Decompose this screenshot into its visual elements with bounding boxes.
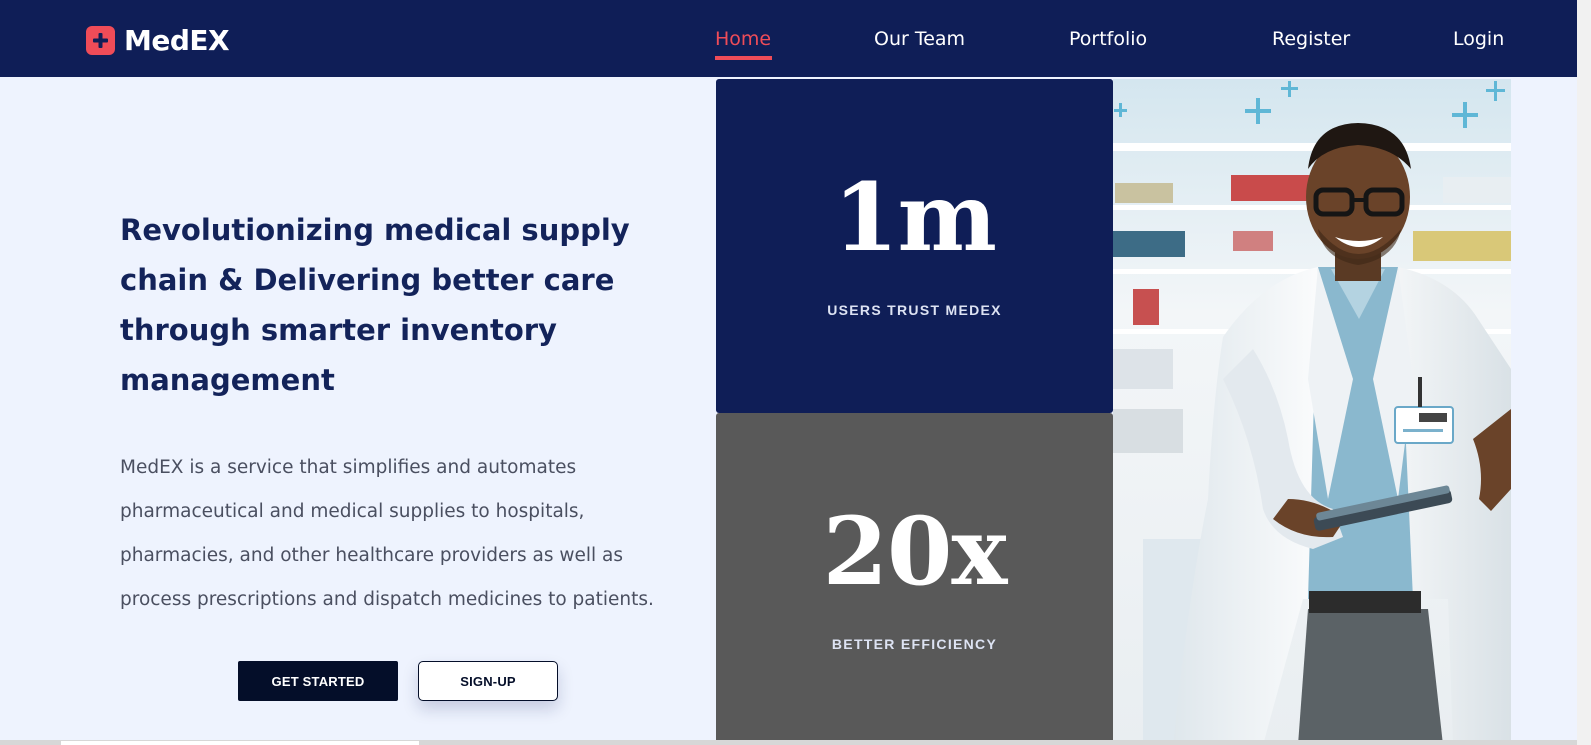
sign-up-button[interactable]: SIGN-UP (418, 661, 558, 701)
stat-value: 1m (833, 163, 997, 273)
brand-logo[interactable]: MedEX (86, 24, 230, 57)
vertical-scrollbar[interactable] (1577, 0, 1591, 745)
nav-portfolio[interactable]: Portfolio (1069, 28, 1147, 50)
navbar: MedEX Home Our Team Portfolio Register L… (0, 0, 1591, 77)
nav-home[interactable]: Home (715, 28, 771, 50)
stat-label: USERS TRUST MEDEX (827, 302, 1002, 318)
hero-description: MedEX is a service that simplifies and a… (120, 457, 654, 610)
stat-card-users: 1m USERS TRUST MEDEX (716, 79, 1113, 413)
next-section-peek (0, 740, 1577, 745)
get-started-button[interactable]: GET STARTED (238, 661, 398, 701)
next-section-card (61, 741, 419, 745)
plus-icon (86, 26, 115, 55)
nav-login[interactable]: Login (1453, 28, 1504, 50)
hero-photo-pharmacist (1113, 79, 1511, 745)
stat-value: 20x (822, 497, 1008, 607)
pharmacist-illustration (1113, 79, 1511, 745)
brand-name: MedEX (124, 24, 230, 57)
hero-headline: Revolutionizing medical supply chain & D… (120, 213, 630, 397)
nav-our-team[interactable]: Our Team (874, 28, 965, 50)
nav-register[interactable]: Register (1272, 28, 1350, 50)
stat-card-efficiency: 20x BETTER EFFICIENCY (716, 413, 1113, 745)
stat-label: BETTER EFFICIENCY (831, 636, 998, 652)
nav-active-indicator (715, 56, 772, 60)
